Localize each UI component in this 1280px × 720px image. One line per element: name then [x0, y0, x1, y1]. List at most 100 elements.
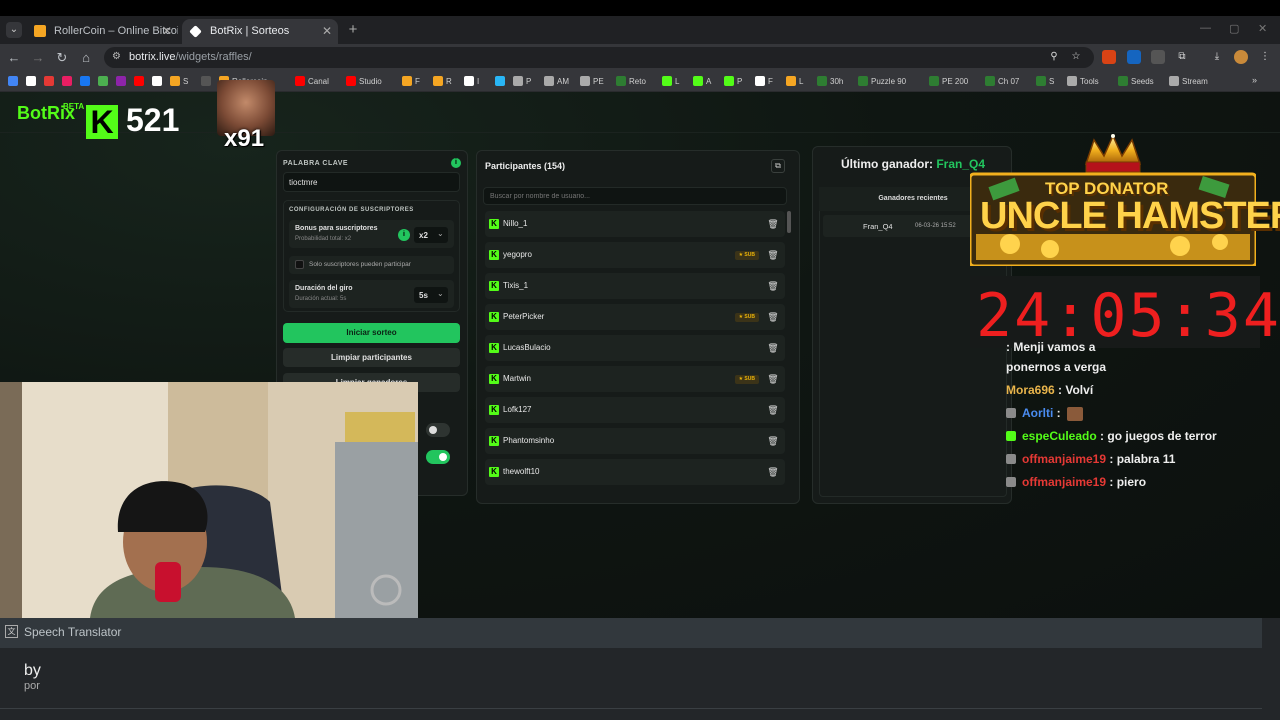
bookmark-item[interactable]: [98, 75, 111, 89]
bookmark-item[interactable]: Tools: [1067, 75, 1099, 89]
participant-row[interactable]: K LucasBulacio 🗑: [485, 335, 785, 361]
bookmark-item[interactable]: L: [662, 75, 679, 89]
bookmark-item[interactable]: S: [1036, 75, 1054, 89]
bookmark-item[interactable]: F: [755, 75, 773, 89]
bookmark-item[interactable]: PE: [580, 75, 604, 89]
copy-icon[interactable]: ⧉: [771, 159, 785, 173]
bookmark-item[interactable]: I: [464, 75, 479, 89]
bookmark-item[interactable]: L: [786, 75, 803, 89]
tab-botrix-sorteos[interactable]: BotRix | Sorteos ✕: [182, 19, 338, 44]
bookmark-item[interactable]: Stream: [1169, 75, 1208, 89]
close-tab-icon[interactable]: ✕: [322, 19, 332, 44]
participant-row[interactable]: K Tixis_1 🗑: [485, 273, 785, 299]
participant-row[interactable]: K PeterPicker ★ SUB 🗑: [485, 304, 785, 330]
back-icon[interactable]: ←: [6, 49, 22, 67]
chat-username: Aorlti: [1022, 406, 1054, 420]
subs-only-checkbox[interactable]: [295, 260, 304, 269]
address-bar[interactable]: [104, 47, 1094, 68]
download-icon[interactable]: ⤓: [1210, 50, 1224, 64]
bookmark-item[interactable]: A: [693, 75, 711, 89]
maximize-icon[interactable]: ▢: [1229, 22, 1239, 35]
bookmark-item[interactable]: Seeds: [1118, 75, 1154, 89]
bookmark-star-icon[interactable]: ☆: [1069, 50, 1083, 64]
participant-name: yegopro: [503, 250, 532, 259]
participant-row[interactable]: K Nillo_1 🗑: [485, 211, 785, 237]
zoom-icon[interactable]: ⚲: [1047, 50, 1061, 64]
reload-icon[interactable]: ↻: [54, 49, 70, 67]
chat-username: offmanjaime19: [1022, 475, 1107, 489]
bookmark-item[interactable]: [26, 75, 39, 89]
spin-duration-label: Duración del giro: [295, 285, 353, 292]
tab-search-dropdown-icon[interactable]: ⌄: [6, 22, 22, 38]
delete-participant-icon[interactable]: 🗑: [767, 280, 779, 292]
info-icon[interactable]: i: [451, 158, 461, 168]
bookmark-item[interactable]: [201, 75, 214, 89]
close-window-icon[interactable]: ✕: [1258, 22, 1267, 35]
clear-participants-button[interactable]: Limpiar participantes: [283, 348, 460, 367]
bookmark-item[interactable]: Ch 07: [985, 75, 1019, 89]
bookmarks-overflow-icon[interactable]: »: [1252, 75, 1257, 85]
last-winner-label: Último ganador:: [841, 157, 933, 171]
extensions-puzzle-icon[interactable]: ⧉: [1175, 50, 1189, 64]
bookmark-item[interactable]: [134, 75, 147, 89]
extension-fox-icon[interactable]: [1102, 50, 1116, 64]
bookmark-item[interactable]: [116, 75, 129, 89]
list-scrollbar[interactable]: [787, 211, 791, 233]
kick-icon: K: [489, 467, 499, 477]
tab-rollercoin[interactable]: RollerCoin – Online Bitcoin Mi ✕: [26, 19, 178, 44]
toggle-on[interactable]: [426, 450, 450, 464]
delete-participant-icon[interactable]: 🗑: [767, 435, 779, 447]
delete-participant-icon[interactable]: 🗑: [767, 342, 779, 354]
bookmark-item[interactable]: [80, 75, 93, 89]
delete-participant-icon[interactable]: 🗑: [767, 373, 779, 385]
bookmark-favicon-icon: [152, 75, 162, 86]
bookmark-item[interactable]: P: [513, 75, 531, 89]
bookmark-favicon-icon: [513, 75, 523, 86]
forward-icon[interactable]: →: [30, 49, 46, 67]
header-divider: [0, 132, 1280, 133]
delete-participant-icon[interactable]: 🗑: [767, 404, 779, 416]
sub-bonus-info-icon[interactable]: i: [398, 229, 410, 241]
delete-participant-icon[interactable]: 🗑: [767, 218, 779, 230]
participant-search-input[interactable]: [483, 187, 787, 205]
delete-participant-icon[interactable]: 🗑: [767, 249, 779, 261]
speech-translator-title: Speech Translator: [24, 625, 122, 639]
bookmark-label: R: [446, 77, 452, 86]
participant-row[interactable]: Kyegopro ★ SUB 🗑: [485, 242, 785, 268]
start-raffle-button[interactable]: Iniciar sorteo: [283, 323, 460, 343]
bookmark-item[interactable]: AM: [544, 75, 569, 89]
bookmark-item[interactable]: P: [724, 75, 742, 89]
participant-row[interactable]: Kthewolft10 🗑: [485, 459, 785, 485]
chat-message: ponernos a verga: [1006, 360, 1106, 374]
bookmark-item[interactable]: [44, 75, 57, 89]
menu-kebab-icon[interactable]: ⋮: [1258, 50, 1272, 64]
participant-row[interactable]: K Lofk127 🗑: [485, 397, 785, 423]
bookmark-item[interactable]: [152, 75, 165, 89]
bookmark-item[interactable]: Canal: [295, 75, 329, 89]
bookmark-item[interactable]: R: [433, 75, 452, 89]
extension-badge-icon[interactable]: [1151, 50, 1165, 64]
participant-row[interactable]: K Phantomsinho 🗑: [485, 428, 785, 454]
profile-avatar[interactable]: [1234, 50, 1248, 64]
bookmark-item[interactable]: 30h: [817, 75, 843, 89]
bookmark-item[interactable]: [62, 75, 75, 89]
participant-row[interactable]: K Martwin ★ SUB 🗑: [485, 366, 785, 392]
extension-shield-icon[interactable]: [1127, 50, 1141, 64]
bookmark-item[interactable]: PE 200: [929, 75, 968, 89]
bookmark-item[interactable]: S: [170, 75, 188, 89]
site-info-icon[interactable]: ⚙: [112, 51, 124, 63]
bookmark-item[interactable]: Puzzle 90: [858, 75, 906, 89]
minimize-icon[interactable]: —: [1200, 22, 1211, 34]
new-tab-button[interactable]: +: [344, 19, 362, 41]
delete-participant-icon[interactable]: 🗑: [767, 466, 779, 478]
bookmark-item[interactable]: Studio: [346, 75, 382, 89]
delete-participant-icon[interactable]: 🗑: [767, 311, 779, 323]
bookmark-item[interactable]: F: [402, 75, 420, 89]
url-text[interactable]: botrix.live/widgets/raffles/: [129, 47, 252, 68]
close-tab-icon[interactable]: ✕: [162, 19, 172, 44]
bookmark-item[interactable]: [8, 75, 21, 89]
bookmark-item[interactable]: Reto: [616, 75, 646, 89]
home-icon[interactable]: ⌂: [78, 49, 94, 67]
bookmark-item[interactable]: [495, 75, 508, 89]
toggle-off[interactable]: [426, 423, 450, 437]
